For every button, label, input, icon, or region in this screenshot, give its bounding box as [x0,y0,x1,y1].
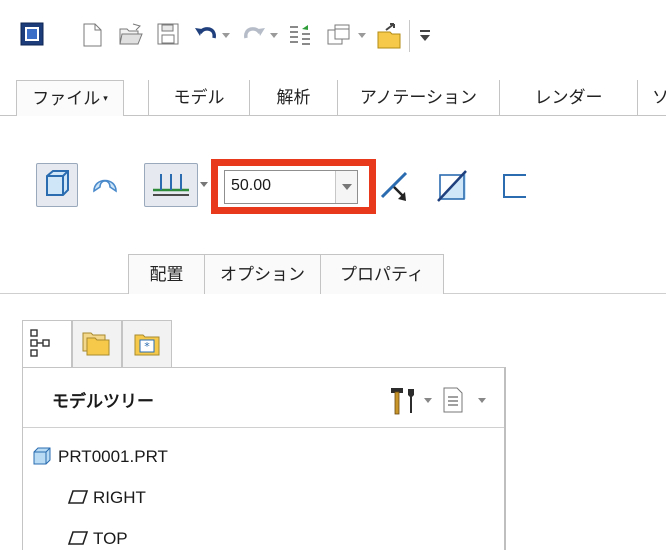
tab-model-label: モデル [173,88,225,108]
show-dropdown-icon[interactable] [478,398,486,404]
chevron-down-icon: ▾ [103,94,108,104]
save-icon[interactable] [156,22,180,46]
tab-analysis-label: 解析 [276,88,311,108]
folder-stack-icon [82,332,110,356]
flip-direction-button[interactable] [378,165,412,205]
undo-dropdown-icon[interactable] [222,33,230,39]
depth-type-button[interactable] [144,163,198,207]
surface-icon [93,179,117,193]
surface-button[interactable] [86,165,126,205]
datum-plane-icon [67,531,89,545]
subtab-properties-label: プロパティ [340,265,424,285]
tab-file[interactable]: ファイル ▾ [16,80,124,116]
remove-material-icon [437,170,467,202]
flip-direction-icon [380,171,408,201]
depth-value-dropdown[interactable] [335,171,357,203]
subtab-options-label: オプション [220,265,305,285]
close-window-icon[interactable] [376,22,404,50]
subtab-placement[interactable]: 配置 [128,254,204,294]
subtab-properties[interactable]: プロパティ [320,254,444,294]
open-file-icon[interactable] [118,22,144,48]
thicken-icon [503,174,526,198]
svg-text:*: * [144,340,150,353]
customize-toolbar-icon[interactable] [420,30,430,42]
windows-dropdown-icon[interactable] [358,33,366,39]
tree-icon [30,329,50,357]
tab-model[interactable]: モデル [148,80,250,116]
subtab-placement-label: 配置 [149,265,184,285]
show-list-icon[interactable] [441,386,465,414]
subtab-options[interactable]: オプション [204,254,320,294]
chevron-down-icon [342,184,352,190]
tab-annotation[interactable]: アノテーション [338,80,500,116]
tab-overflow-label: ソ [652,88,666,108]
solid-button[interactable] [36,163,78,207]
tree-item-part[interactable]: PRT0001.PRT [32,446,168,467]
model-tree-panel: モデルツリー PRT0001.PRT RIGHT TOP [22,367,506,550]
tree-item-right-plane[interactable]: RIGHT [67,488,146,508]
redo-dropdown-icon[interactable] [270,33,278,39]
tree-item-top-label: TOP [93,529,128,548]
favorites-tab[interactable]: * [122,320,172,368]
part-icon [33,447,51,465]
windows-icon[interactable] [326,22,352,48]
panel-title: モデルツリー [52,392,154,412]
depth-value[interactable]: 50.00 [231,177,271,195]
remove-material-button[interactable] [436,165,470,205]
tab-file-label: ファイル [32,89,101,109]
tree-item-top-plane[interactable]: TOP [67,529,128,549]
favorites-folder-icon: * [134,334,160,356]
ribbon-tab-bar: ファイル ▾ モデル 解析 アノテーション レンダー ソ [0,80,666,116]
solid-icon [46,170,69,196]
new-file-icon[interactable] [81,22,103,48]
regenerate-icon[interactable] [288,22,314,48]
blind-depth-icon [153,174,189,196]
redo-icon[interactable] [240,22,268,46]
tab-render[interactable]: レンダー [500,80,638,116]
depth-value-combobox[interactable]: 50.00 [224,170,358,204]
tab-analysis[interactable]: 解析 [250,80,338,116]
toolbar-separator [409,20,410,52]
quick-access-toolbar [0,0,666,72]
tree-item-part-label: PRT0001.PRT [58,447,168,466]
folder-browser-tab[interactable] [72,320,122,368]
tab-overflow[interactable]: ソ [638,80,666,116]
datum-plane-icon [67,490,89,504]
thicken-button[interactable] [496,165,530,205]
depth-type-dropdown-icon[interactable] [200,182,208,188]
tab-annotation-label: アノテーション [359,88,478,108]
panel-header: モデルツリー [23,368,504,428]
undo-icon[interactable] [192,22,220,46]
settings-tools-icon[interactable] [388,386,418,416]
settings-dropdown-icon[interactable] [424,398,432,404]
app-menu-icon[interactable] [20,22,44,46]
tab-render-label: レンダー [534,88,603,108]
model-tree-tab[interactable] [22,320,72,368]
tree-item-right-label: RIGHT [93,488,146,507]
